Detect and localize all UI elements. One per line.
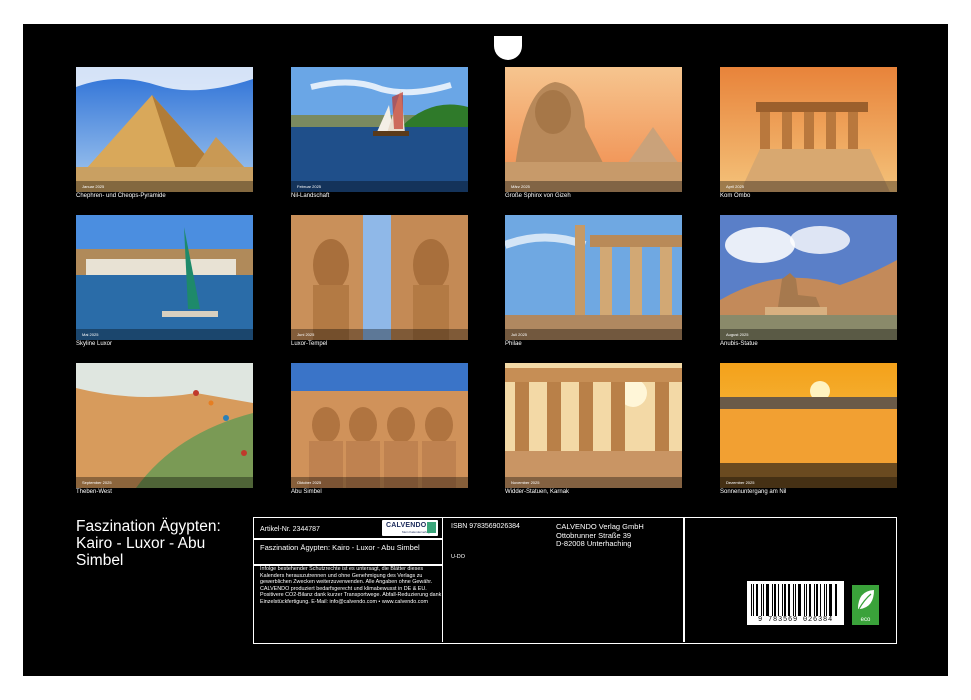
barcode-bar <box>804 584 805 616</box>
divider <box>254 538 442 540</box>
month-label: Januar 2025 <box>76 181 253 192</box>
calvendo-logo-subtext: Mein Kalenderverlag <box>402 530 430 534</box>
barcode-bar <box>793 584 794 616</box>
photo-nile-sunset: Dezember 2025 <box>720 363 897 488</box>
photo-caption: Anubis-Statue <box>720 341 758 347</box>
binding-hole <box>494 36 522 60</box>
photo-kom-ombo: April 2025 <box>720 67 897 192</box>
photo-skyline-luxor: Mai 2025 <box>76 215 253 340</box>
publisher-line: D-82008 Unterhaching <box>556 539 632 548</box>
leaf-icon <box>858 590 874 610</box>
month-label: Juli 2025 <box>505 329 682 340</box>
barcode-bar <box>784 584 786 616</box>
photo-anubis: August 2025 <box>720 215 897 340</box>
month-label: Oktober 2025 <box>291 477 468 488</box>
photo-sphinx: März 2025 <box>505 67 682 192</box>
barcode-bars <box>751 584 840 616</box>
barcode-bar <box>806 584 807 616</box>
publisher-address: CALVENDO Verlag GmbH Ottobrunner Straße … <box>556 522 644 549</box>
photo-nile-landscape: Februar 2025 <box>291 67 468 192</box>
info-subtitle: Faszination Ägypten: Kairo - Luxor - Abu… <box>260 543 420 552</box>
month-label: Dezember 2025 <box>720 477 897 488</box>
photo-caption: Große Sphinx von Gizeh <box>505 193 571 199</box>
photo-caption: Chephren- und Cheops-Pyramide <box>76 193 166 199</box>
photo-pyramids: Januar 2025 <box>76 67 253 192</box>
photo-caption: Luxor-Tempel <box>291 341 328 347</box>
photo-caption: Nil-Landschaft <box>291 193 330 199</box>
isbn: ISBN 9783569026384 <box>451 523 520 530</box>
month-label: November 2025 <box>505 477 682 488</box>
calvendo-logo-text: CALVENDO <box>386 522 427 529</box>
photo-theben-west: September 2025 <box>76 363 253 488</box>
barcode-bar <box>772 584 773 616</box>
barcode-bar <box>782 584 783 616</box>
photo-caption: Kom Ombo <box>720 193 751 199</box>
photo-caption: Theben-West <box>76 489 112 495</box>
photo-karnak-rams: November 2025 <box>505 363 682 488</box>
eco-label: eco <box>860 617 871 623</box>
calvendo-logo: CALVENDO Mein Kalenderverlag <box>382 520 438 536</box>
barcode-bar <box>751 584 752 616</box>
column-divider <box>683 518 685 642</box>
month-label: Juni 2025 <box>291 329 468 340</box>
barcode: 9 783569 026384 <box>747 581 844 625</box>
barcode-bar <box>816 584 818 616</box>
month-label: September 2025 <box>76 477 253 488</box>
barcode-bar <box>835 584 837 616</box>
photo-luxor-temple: Juni 2025 <box>291 215 468 340</box>
photo-caption: Abu Simbel <box>291 489 322 495</box>
eco-logo: eco <box>852 585 879 625</box>
photo-philae: Juli 2025 <box>505 215 682 340</box>
calendar-title: Faszination Ägypten: Kairo - Luxor - Abu… <box>76 518 221 569</box>
article-number: Artikel-Nr. 2344787 <box>260 526 320 533</box>
udo-code: U-DO <box>451 554 466 560</box>
info-box: Artikel-Nr. 2344787 CALVENDO Mein Kalend… <box>253 517 897 644</box>
month-label: März 2025 <box>505 181 682 192</box>
month-label: April 2025 <box>720 181 897 192</box>
month-label: August 2025 <box>720 329 897 340</box>
photo-caption: Philae <box>505 341 522 347</box>
barcode-bar <box>763 584 764 616</box>
barcode-bar <box>798 584 801 616</box>
barcode-bar <box>761 584 762 616</box>
barcode-bar <box>766 584 769 616</box>
barcode-bar <box>824 584 825 616</box>
barcode-bar <box>795 584 796 616</box>
barcode-bar <box>778 584 779 616</box>
photo-caption: Widder-Statuen, Karnak <box>505 489 570 495</box>
month-label: Mai 2025 <box>76 329 253 340</box>
barcode-bar <box>774 584 776 616</box>
barcode-bar <box>756 584 758 616</box>
legal-notice: Infolge bestehender Schutzrechte ist es … <box>260 566 442 605</box>
barcode-bar <box>820 584 821 616</box>
calvendo-logo-icon <box>427 522 436 533</box>
barcode-bar <box>753 584 754 616</box>
month-label: Februar 2025 <box>291 181 468 192</box>
photo-abu-simbel: Oktober 2025 <box>291 363 468 488</box>
barcode-bar <box>788 584 790 616</box>
barcode-number: 9 783569 026384 <box>757 616 833 624</box>
photo-caption: Sonnenuntergang am Nil <box>720 489 787 495</box>
barcode-bar <box>826 584 827 616</box>
barcode-bar <box>814 584 815 616</box>
barcode-bar <box>829 584 832 616</box>
photo-caption: Skyline Luxor <box>76 341 113 347</box>
info-left-column: Artikel-Nr. 2344787 CALVENDO Mein Kalend… <box>254 518 443 642</box>
barcode-bar <box>809 584 811 616</box>
